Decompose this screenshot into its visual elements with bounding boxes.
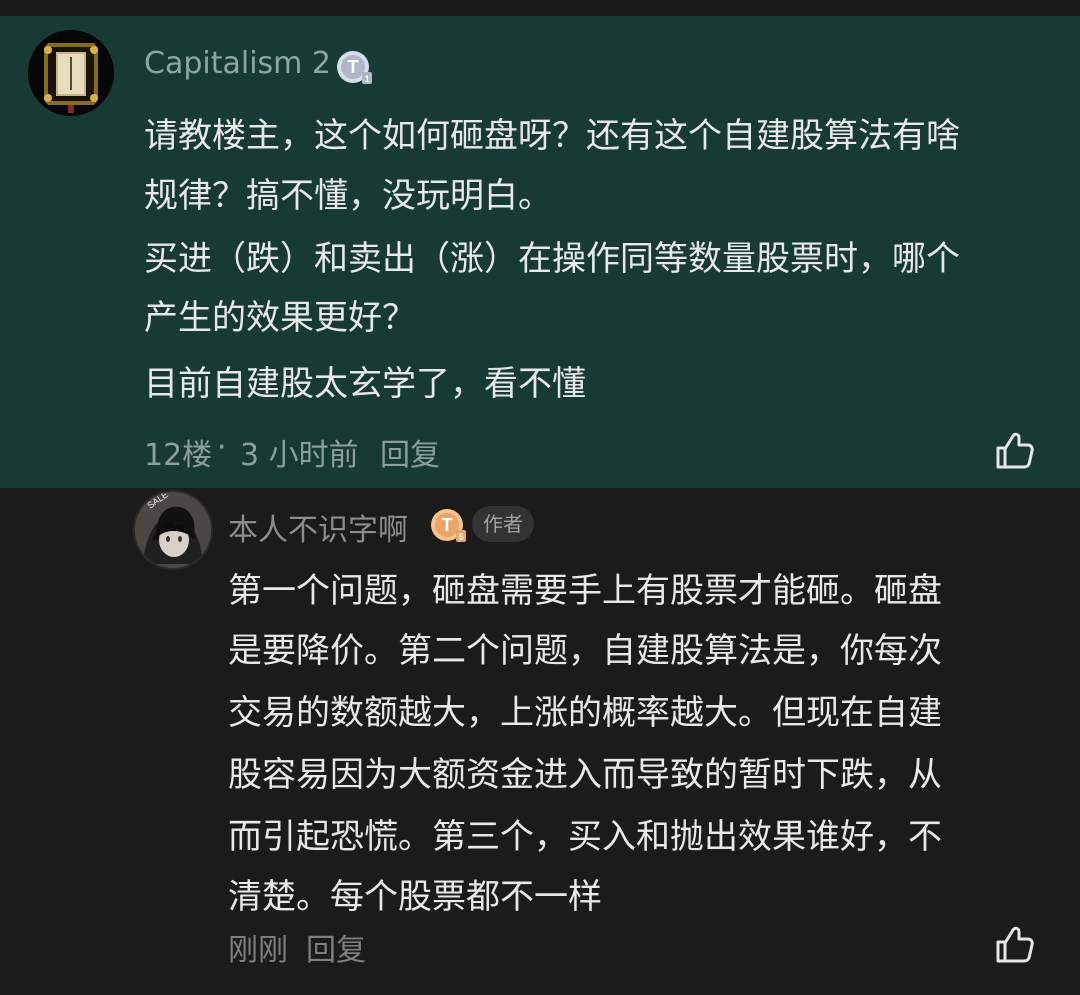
svg-text:1: 1 [364,74,369,84]
main-comment-line: 买进（跌）和卖出（涨）在操作同等数量股票时，哪个 [144,239,960,279]
main-comment-reply-button[interactable]: 回复 [380,430,440,474]
svg-text:5: 5 [458,532,463,542]
main-comment-avatar[interactable] [28,30,114,116]
main-comment-line: 请教楼主，这个如何砸盘呀？还有这个自建股算法有啥 [144,116,960,156]
main-comment-line: 产生的效果更好？ [144,298,416,338]
reply-avatar[interactable]: SALE [133,490,213,570]
main-comment-time: 3 小时前 [240,438,359,473]
main-comment-username[interactable]: Capitalism 2 [144,46,331,81]
gold-frame-avatar-image [28,30,114,116]
anime-avatar-image: SALE [135,492,211,568]
author-badge: 作者 [472,506,534,542]
main-level-badge-icon: T 1 [334,48,372,86]
svg-text:T: T [442,515,453,535]
reply-line: 是要降价。第二个问题，自建股算法是，你每次 [228,631,942,671]
reply-line: 清楚。每个股票都不一样 [228,877,602,917]
reply-time: 刚刚 [228,933,288,968]
main-comment-line: 规律？搞不懂，没玩明白。 [144,176,552,216]
reply-username[interactable]: 本人不识字啊 [228,505,408,549]
reply-line: 交易的数额越大，上涨的概率越大。但现在自建 [228,693,942,733]
main-comment-line: 目前自建股太玄学了，看不懂 [144,364,586,404]
reply-line: 股容易因为大额资金进入而导致的暂时下跌，从 [228,755,942,795]
reply-level-badge-icon: T 5 [428,506,466,544]
top-bar [0,0,1080,16]
main-comment-floor: 12楼 [144,438,213,473]
svg-text:T: T [348,57,359,77]
thumbs-up-outline-icon[interactable] [994,431,1036,471]
main-comment-separator: · [217,430,227,465]
thumbs-up-outline-icon[interactable] [994,925,1036,965]
reply-button[interactable]: 回复 [306,925,366,969]
reply-line: 第一个问题，砸盘需要手上有股票才能砸。砸盘 [228,571,942,611]
reply-line: 而引起恐慌。第三个，买入和抛出效果谁好，不 [228,817,942,857]
